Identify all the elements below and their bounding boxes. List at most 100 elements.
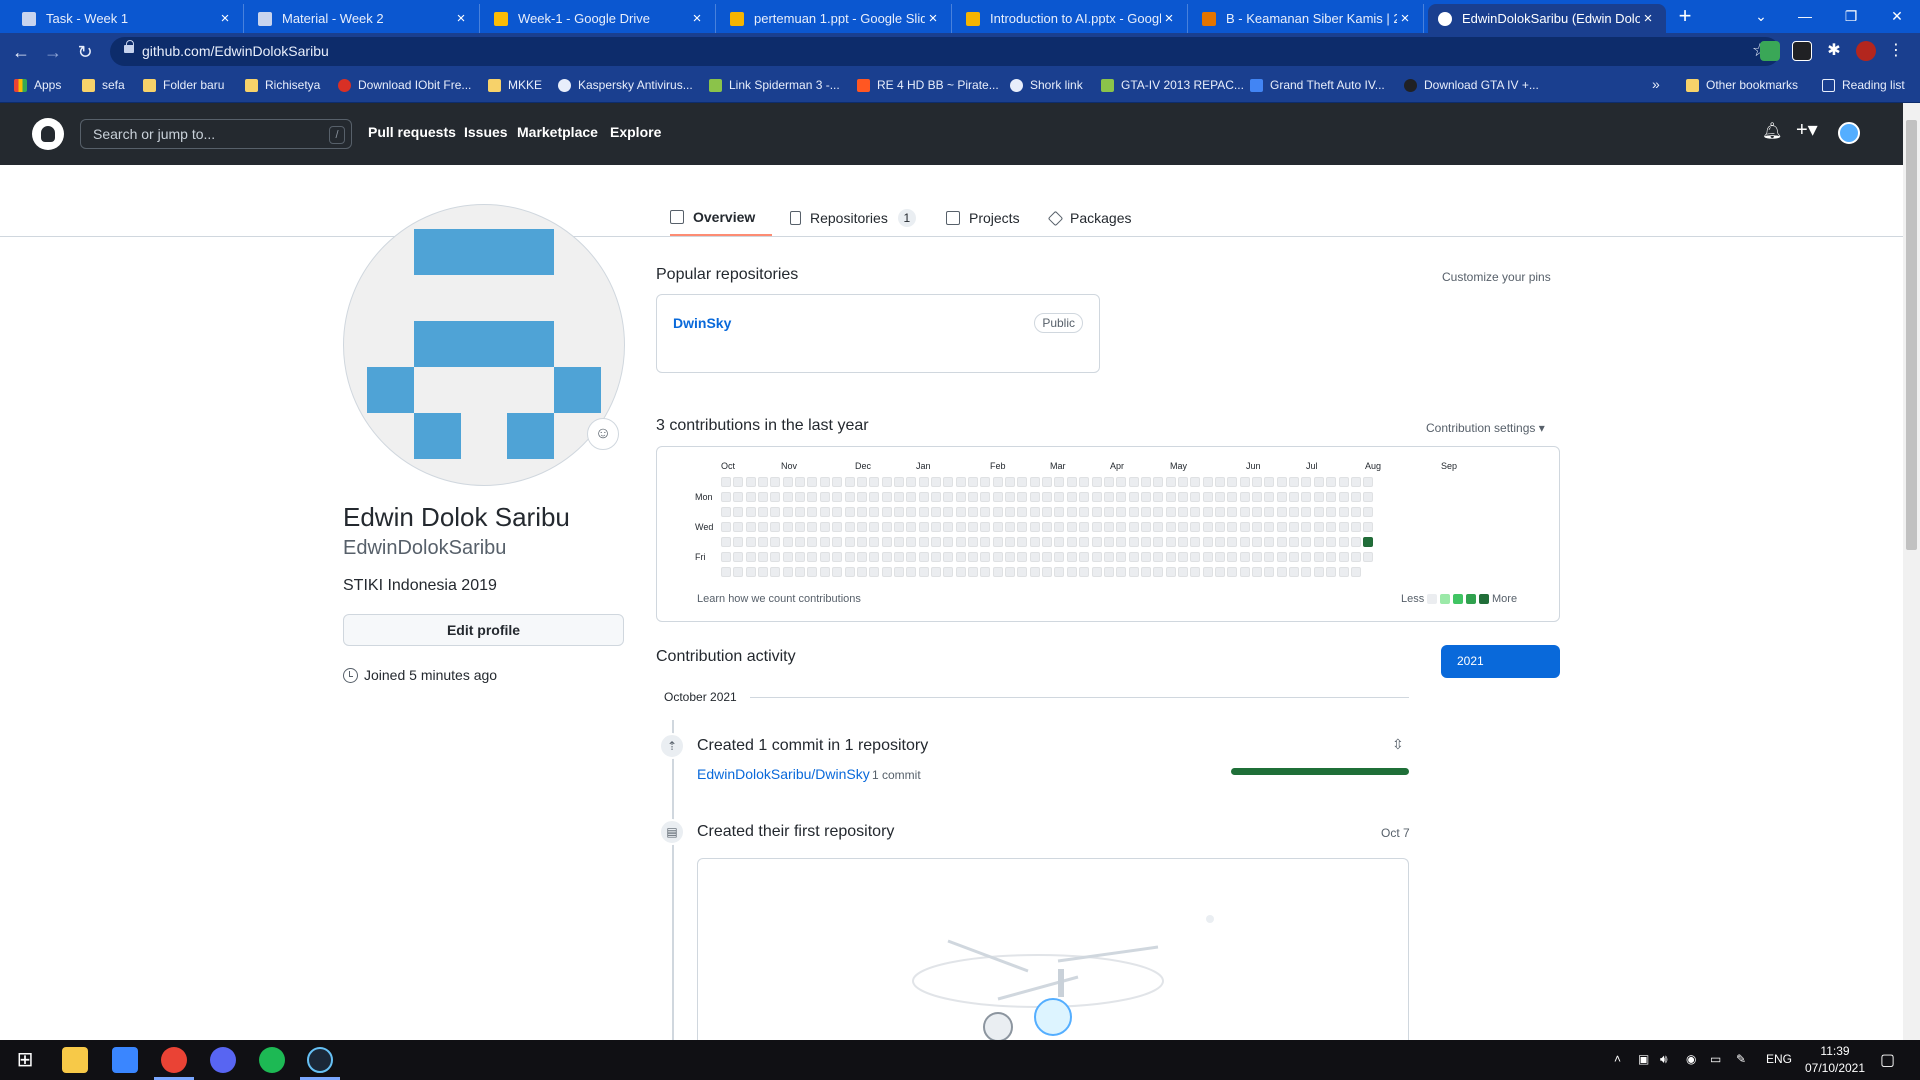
contribution-day-cell[interactable]	[1017, 552, 1028, 562]
contribution-day-cell[interactable]	[1165, 537, 1176, 547]
reading-list[interactable]: Reading list	[1822, 78, 1905, 92]
contribution-day-cell[interactable]	[1289, 537, 1300, 547]
contribution-day-cell[interactable]	[1326, 552, 1337, 562]
contribution-day-cell[interactable]	[893, 477, 904, 487]
contribution-day-cell[interactable]	[782, 507, 793, 517]
contribution-day-cell[interactable]	[1264, 477, 1275, 487]
contribution-day-cell[interactable]	[807, 552, 818, 562]
contribution-day-cell[interactable]	[758, 522, 769, 532]
contribution-day-cell[interactable]	[1079, 552, 1090, 562]
profile-avatar-icon[interactable]	[1856, 41, 1876, 61]
contribution-day-cell[interactable]	[782, 537, 793, 547]
contribution-day-cell[interactable]	[832, 507, 843, 517]
contribution-day-cell[interactable]	[1239, 492, 1250, 502]
contribution-day-cell[interactable]	[1301, 567, 1312, 577]
contribution-day-cell[interactable]	[1042, 492, 1053, 502]
contribution-day-cell[interactable]	[1289, 477, 1300, 487]
contribution-day-cell[interactable]	[1239, 522, 1250, 532]
contribution-day-cell[interactable]	[1264, 492, 1275, 502]
contribution-day-cell[interactable]	[968, 507, 978, 517]
contribution-day-cell[interactable]	[1350, 477, 1361, 487]
contribution-day-cell[interactable]	[1202, 477, 1213, 487]
contribution-day-cell[interactable]	[1066, 552, 1077, 562]
contribution-day-cell[interactable]	[955, 537, 966, 547]
contribution-day-cell[interactable]	[1103, 567, 1114, 577]
contribution-day-cell[interactable]	[807, 567, 818, 577]
bookmark-item[interactable]: Download GTA IV +...	[1404, 78, 1539, 92]
contribution-day-cell[interactable]	[1227, 477, 1238, 487]
contribution-day-cell[interactable]	[1264, 522, 1275, 532]
contribution-day-cell[interactable]	[906, 552, 917, 562]
contribution-day-cell[interactable]	[1338, 492, 1349, 502]
tray-chevron-icon[interactable]: ˄	[1614, 1052, 1621, 1066]
contribution-day-cell[interactable]	[721, 552, 731, 562]
contribution-day-cell[interactable]	[1029, 552, 1040, 562]
contribution-day-cell[interactable]	[1190, 567, 1201, 577]
contribution-day-cell[interactable]	[1363, 552, 1374, 562]
activity-commit-count[interactable]: 1 commit	[872, 768, 921, 782]
contribution-day-cell[interactable]	[832, 552, 843, 562]
contribution-day-cell[interactable]	[1042, 537, 1053, 547]
contribution-day-cell[interactable]	[1202, 492, 1213, 502]
windows-start-icon[interactable]: ⊞	[12, 1047, 38, 1073]
contribution-day-cell[interactable]	[1215, 507, 1225, 517]
contribution-day-cell[interactable]	[832, 522, 843, 532]
contribution-day-cell[interactable]	[1326, 477, 1337, 487]
contribution-day-cell[interactable]	[1165, 567, 1176, 577]
contribution-day-cell[interactable]	[980, 507, 991, 517]
contribution-day-cell[interactable]	[881, 552, 892, 562]
contribution-day-cell[interactable]	[906, 507, 917, 517]
contribution-day-cell[interactable]	[930, 477, 941, 487]
contribution-day-cell[interactable]	[918, 522, 929, 532]
bookmark-item[interactable]: Grand Theft Auto IV...	[1250, 78, 1385, 92]
volume-icon[interactable]: 🔊︎	[1660, 1052, 1668, 1067]
address-bar[interactable]: github.com/EdwinDolokSaribu ☆	[110, 37, 1780, 66]
github-logo-icon[interactable]	[32, 118, 64, 150]
contribution-day-cell[interactable]	[1301, 522, 1312, 532]
contribution-day-cell[interactable]	[1276, 537, 1287, 547]
contribution-day-cell[interactable]	[1252, 507, 1263, 517]
contribution-day-cell[interactable]	[1276, 477, 1287, 487]
contribution-day-cell[interactable]	[745, 552, 756, 562]
contribution-day-cell[interactable]	[1350, 492, 1361, 502]
back-icon[interactable]: ←	[8, 39, 34, 65]
contribution-day-cell[interactable]	[733, 537, 744, 547]
contribution-day-cell[interactable]	[1029, 522, 1040, 532]
contribution-day-cell[interactable]	[1116, 537, 1127, 547]
contribution-day-cell[interactable]	[1326, 567, 1337, 577]
minimize-icon[interactable]: —	[1782, 0, 1828, 32]
contribution-day-cell[interactable]	[930, 567, 941, 577]
contribution-day-cell[interactable]	[856, 477, 867, 487]
contribution-day-cell[interactable]	[1301, 492, 1312, 502]
contribution-day-cell[interactable]	[955, 522, 966, 532]
contribution-day-cell[interactable]	[721, 522, 731, 532]
contribution-day-cell[interactable]	[1301, 477, 1312, 487]
contribution-day-cell[interactable]	[1017, 522, 1028, 532]
learn-contributions-link[interactable]: Learn how we count contributions	[697, 593, 861, 605]
contribution-day-cell[interactable]	[1153, 552, 1164, 562]
create-new-icon[interactable]: +▾	[1796, 117, 1818, 142]
contribution-day-cell[interactable]	[930, 537, 941, 547]
contribution-day-cell[interactable]	[1326, 492, 1337, 502]
contribution-day-cell[interactable]	[1363, 537, 1374, 547]
contribution-day-cell[interactable]	[1017, 537, 1028, 547]
contribution-day-cell[interactable]	[1363, 522, 1374, 532]
contribution-day-cell[interactable]	[795, 552, 806, 562]
fold-toggle-icon[interactable]: ⇳	[1392, 736, 1404, 753]
contribution-day-cell[interactable]	[1239, 552, 1250, 562]
contribution-day-cell[interactable]	[856, 537, 867, 547]
contribution-day-cell[interactable]	[918, 537, 929, 547]
contribution-day-cell[interactable]	[1066, 507, 1077, 517]
contribution-day-cell[interactable]	[1264, 552, 1275, 562]
contribution-day-cell[interactable]	[881, 537, 892, 547]
contribution-day-cell[interactable]	[1177, 477, 1188, 487]
contribution-day-cell[interactable]	[1029, 537, 1040, 547]
close-tab-icon[interactable]: ×	[1397, 10, 1413, 27]
contribution-day-cell[interactable]	[1165, 522, 1176, 532]
address-url[interactable]: github.com/EdwinDolokSaribu	[142, 43, 329, 59]
contribution-day-cell[interactable]	[770, 522, 781, 532]
contribution-day-cell[interactable]	[1350, 522, 1361, 532]
contribution-day-cell[interactable]	[1017, 477, 1028, 487]
contribution-day-cell[interactable]	[1252, 522, 1263, 532]
search-box[interactable]: /	[80, 119, 352, 149]
